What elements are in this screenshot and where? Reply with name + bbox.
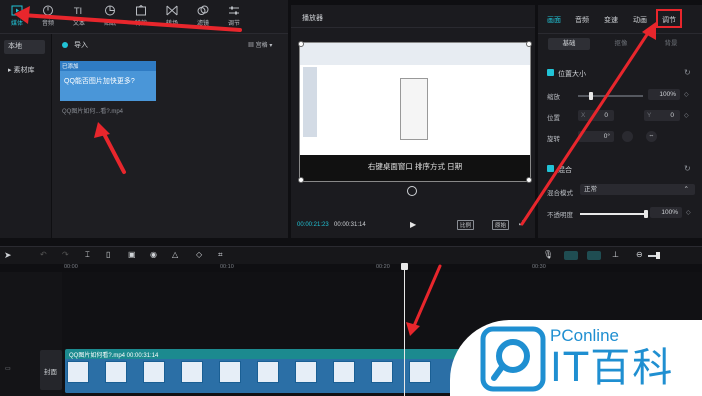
logo-brand: PConline <box>550 326 619 345</box>
pconline-logo: PConline IT百科 <box>450 320 702 396</box>
arrow-to-media-tab <box>14 6 242 32</box>
arrow-to-adjust-tab <box>520 22 656 226</box>
logo-name: IT百科 <box>550 345 675 391</box>
arrow-to-thumbnail <box>94 122 126 174</box>
arrow-to-playhead <box>406 264 442 336</box>
pconline-logo-icon <box>480 326 546 392</box>
